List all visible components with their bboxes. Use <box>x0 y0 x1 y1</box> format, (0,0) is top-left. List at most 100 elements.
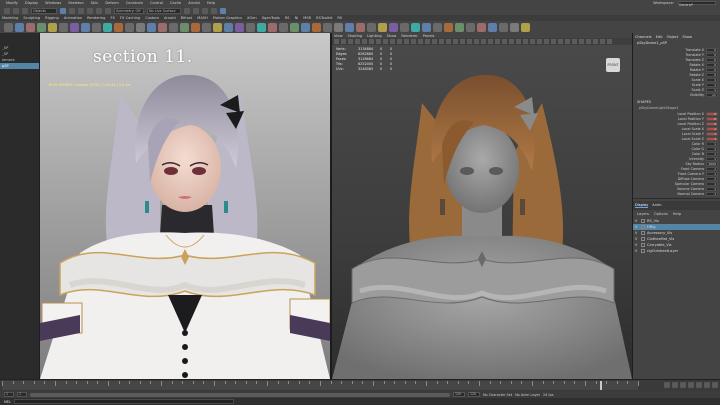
viewport-tool-icon[interactable] <box>383 39 388 44</box>
panel-separator[interactable] <box>633 198 720 199</box>
viewport-tool-icon[interactable] <box>488 39 493 44</box>
shelf-tab-rs[interactable]: RS <box>285 16 290 20</box>
shelf-tab-msr[interactable]: MSR <box>303 16 311 20</box>
shelf-tool-icon[interactable] <box>191 22 200 32</box>
channel-box-tab-edit[interactable]: Edit <box>656 35 663 39</box>
shelf-tool-icon[interactable] <box>290 22 299 32</box>
menu-help[interactable]: Help <box>207 1 215 5</box>
shelf-tool-icon[interactable] <box>81 22 90 32</box>
shelf-tool-icon[interactable] <box>521 22 530 32</box>
play-forwards-icon[interactable] <box>688 382 694 388</box>
outliner-item[interactable] <box>0 129 39 135</box>
channel-value-field[interactable]: 1 <box>706 186 718 191</box>
menu-cache[interactable]: Cache <box>170 1 181 5</box>
channel-value-field[interactable]: 1 <box>706 166 718 171</box>
layer-color-swatch[interactable] <box>641 219 645 223</box>
layer-color-swatch[interactable] <box>641 249 645 253</box>
channel-box-tab-object[interactable]: Object <box>667 35 679 39</box>
shelf-tool-icon[interactable] <box>257 22 266 32</box>
channel-value-field[interactable]: 0 <box>706 57 718 62</box>
shelf-tab-motion-graphics[interactable]: Motion Graphics <box>213 16 242 20</box>
viewport-tool-icon[interactable] <box>474 39 479 44</box>
shelf-tool-icon[interactable] <box>301 22 310 32</box>
shelf-tool-icon[interactable] <box>477 22 486 32</box>
channel-value-field[interactable]: 0 <box>706 47 718 52</box>
layer-visibility-toggle[interactable]: V <box>635 225 639 229</box>
viewport-tool-icon[interactable] <box>439 39 444 44</box>
viewport-tool-icon[interactable] <box>376 39 381 44</box>
view-cube[interactable]: FRONT <box>606 58 620 72</box>
ipr-render-icon[interactable] <box>202 7 208 14</box>
channel-value-field[interactable]: 1 <box>706 126 718 131</box>
new-scene-icon[interactable] <box>4 7 10 14</box>
live-surface-field[interactable]: No Live Surface <box>147 7 181 14</box>
layer-visibility-toggle[interactable]: V <box>635 249 639 253</box>
shelf-tool-icon[interactable] <box>268 22 277 32</box>
channel-value-field[interactable]: 0 <box>706 62 718 67</box>
shelf-tool-icon[interactable] <box>367 22 376 32</box>
shelf-tool-icon[interactable] <box>213 22 222 32</box>
viewport-tool-icon[interactable] <box>418 39 423 44</box>
layer-color-swatch[interactable] <box>641 225 645 229</box>
shelf-tool-icon[interactable] <box>510 22 519 32</box>
layer-visibility-toggle[interactable]: V <box>635 219 639 223</box>
shelf-tool-icon[interactable] <box>400 22 409 32</box>
play-backwards-icon[interactable] <box>680 382 686 388</box>
shelf-tool-icon[interactable] <box>356 22 365 32</box>
shelf-tool-icon[interactable] <box>224 22 233 32</box>
viewport-tool-icon[interactable] <box>516 39 521 44</box>
menu-modify[interactable]: Modify <box>6 1 18 5</box>
channel-value-field[interactable]: 1 <box>706 77 718 82</box>
layer-color-swatch[interactable] <box>641 243 645 247</box>
viewport-tool-icon[interactable] <box>551 39 556 44</box>
character-set-dropdown[interactable]: No Character Set <box>483 393 512 397</box>
viewport-tool-icon[interactable] <box>481 39 486 44</box>
current-time-indicator[interactable] <box>599 381 602 390</box>
shelf-tool-icon[interactable] <box>26 22 35 32</box>
layer-color-swatch[interactable] <box>641 237 645 241</box>
viewport-tool-icon[interactable] <box>467 39 472 44</box>
render-viewport[interactable]: 38.4k RENDER | sample 3/256 | 0:02:36 | … <box>40 33 330 379</box>
shelf-tool-icon[interactable] <box>411 22 420 32</box>
viewport-menu-view[interactable]: View <box>334 34 343 38</box>
shelf-tool-icon[interactable] <box>499 22 508 32</box>
shelf-tab-modeling[interactable]: Modeling <box>2 16 18 20</box>
shelf-tab-rendering[interactable]: Rendering <box>87 16 105 20</box>
channel-value-field[interactable]: 0 <box>706 72 718 77</box>
shelf-tool-icon[interactable] <box>4 22 13 32</box>
viewport-tool-icon[interactable] <box>397 39 402 44</box>
viewport-tool-icon[interactable] <box>369 39 374 44</box>
menu-skeleton[interactable]: Skeleton <box>68 1 84 5</box>
shelf-tab-sculpting[interactable]: Sculpting <box>23 16 40 20</box>
shelf-tool-icon[interactable] <box>125 22 134 32</box>
layer-visibility-toggle[interactable]: V <box>635 231 639 235</box>
range-end-field[interactable]: 120 <box>453 392 465 397</box>
menu-windows[interactable]: Windows <box>45 1 61 5</box>
shelf-tool-icon[interactable] <box>70 22 79 32</box>
command-language-label[interactable]: MEL <box>4 400 11 404</box>
viewport-tool-icon[interactable] <box>600 39 605 44</box>
shelf-tool-icon[interactable] <box>345 22 354 32</box>
perspective-viewport[interactable]: View Shading Lighting Show Renderer Panels Ve… <box>332 33 632 379</box>
shelf-tab-fx[interactable]: FX <box>110 16 115 20</box>
viewport-tool-icon[interactable] <box>404 39 409 44</box>
hypershade-icon[interactable] <box>220 7 226 14</box>
command-input[interactable] <box>13 399 234 404</box>
channel-value-field[interactable]: 1 <box>706 176 718 181</box>
shelf-tab-xgen[interactable]: XGen <box>247 16 257 20</box>
shelf-tool-icon[interactable] <box>422 22 431 32</box>
shelf-tab-mash[interactable]: MASH <box>197 16 208 20</box>
channel-value-field[interactable]: 0 <box>706 116 718 121</box>
shelf-tool-icon[interactable] <box>488 22 497 32</box>
shelf-tool-icon[interactable] <box>180 22 189 32</box>
go-to-end-icon[interactable] <box>704 382 710 388</box>
channel-value-field[interactable]: 1 <box>706 171 718 176</box>
shelf-tool-icon[interactable] <box>235 22 244 32</box>
channel-value-field[interactable]: 1 <box>706 191 718 196</box>
shelf-tab-rs[interactable]: RS <box>337 16 342 20</box>
start-frame-field[interactable]: 1 <box>4 392 14 397</box>
channel-value-field[interactable]: 0 <box>706 52 718 57</box>
viewport-tool-icon[interactable] <box>446 39 451 44</box>
layer-visibility-toggle[interactable]: V <box>635 243 639 247</box>
shelf-tool-icon[interactable] <box>323 22 332 32</box>
